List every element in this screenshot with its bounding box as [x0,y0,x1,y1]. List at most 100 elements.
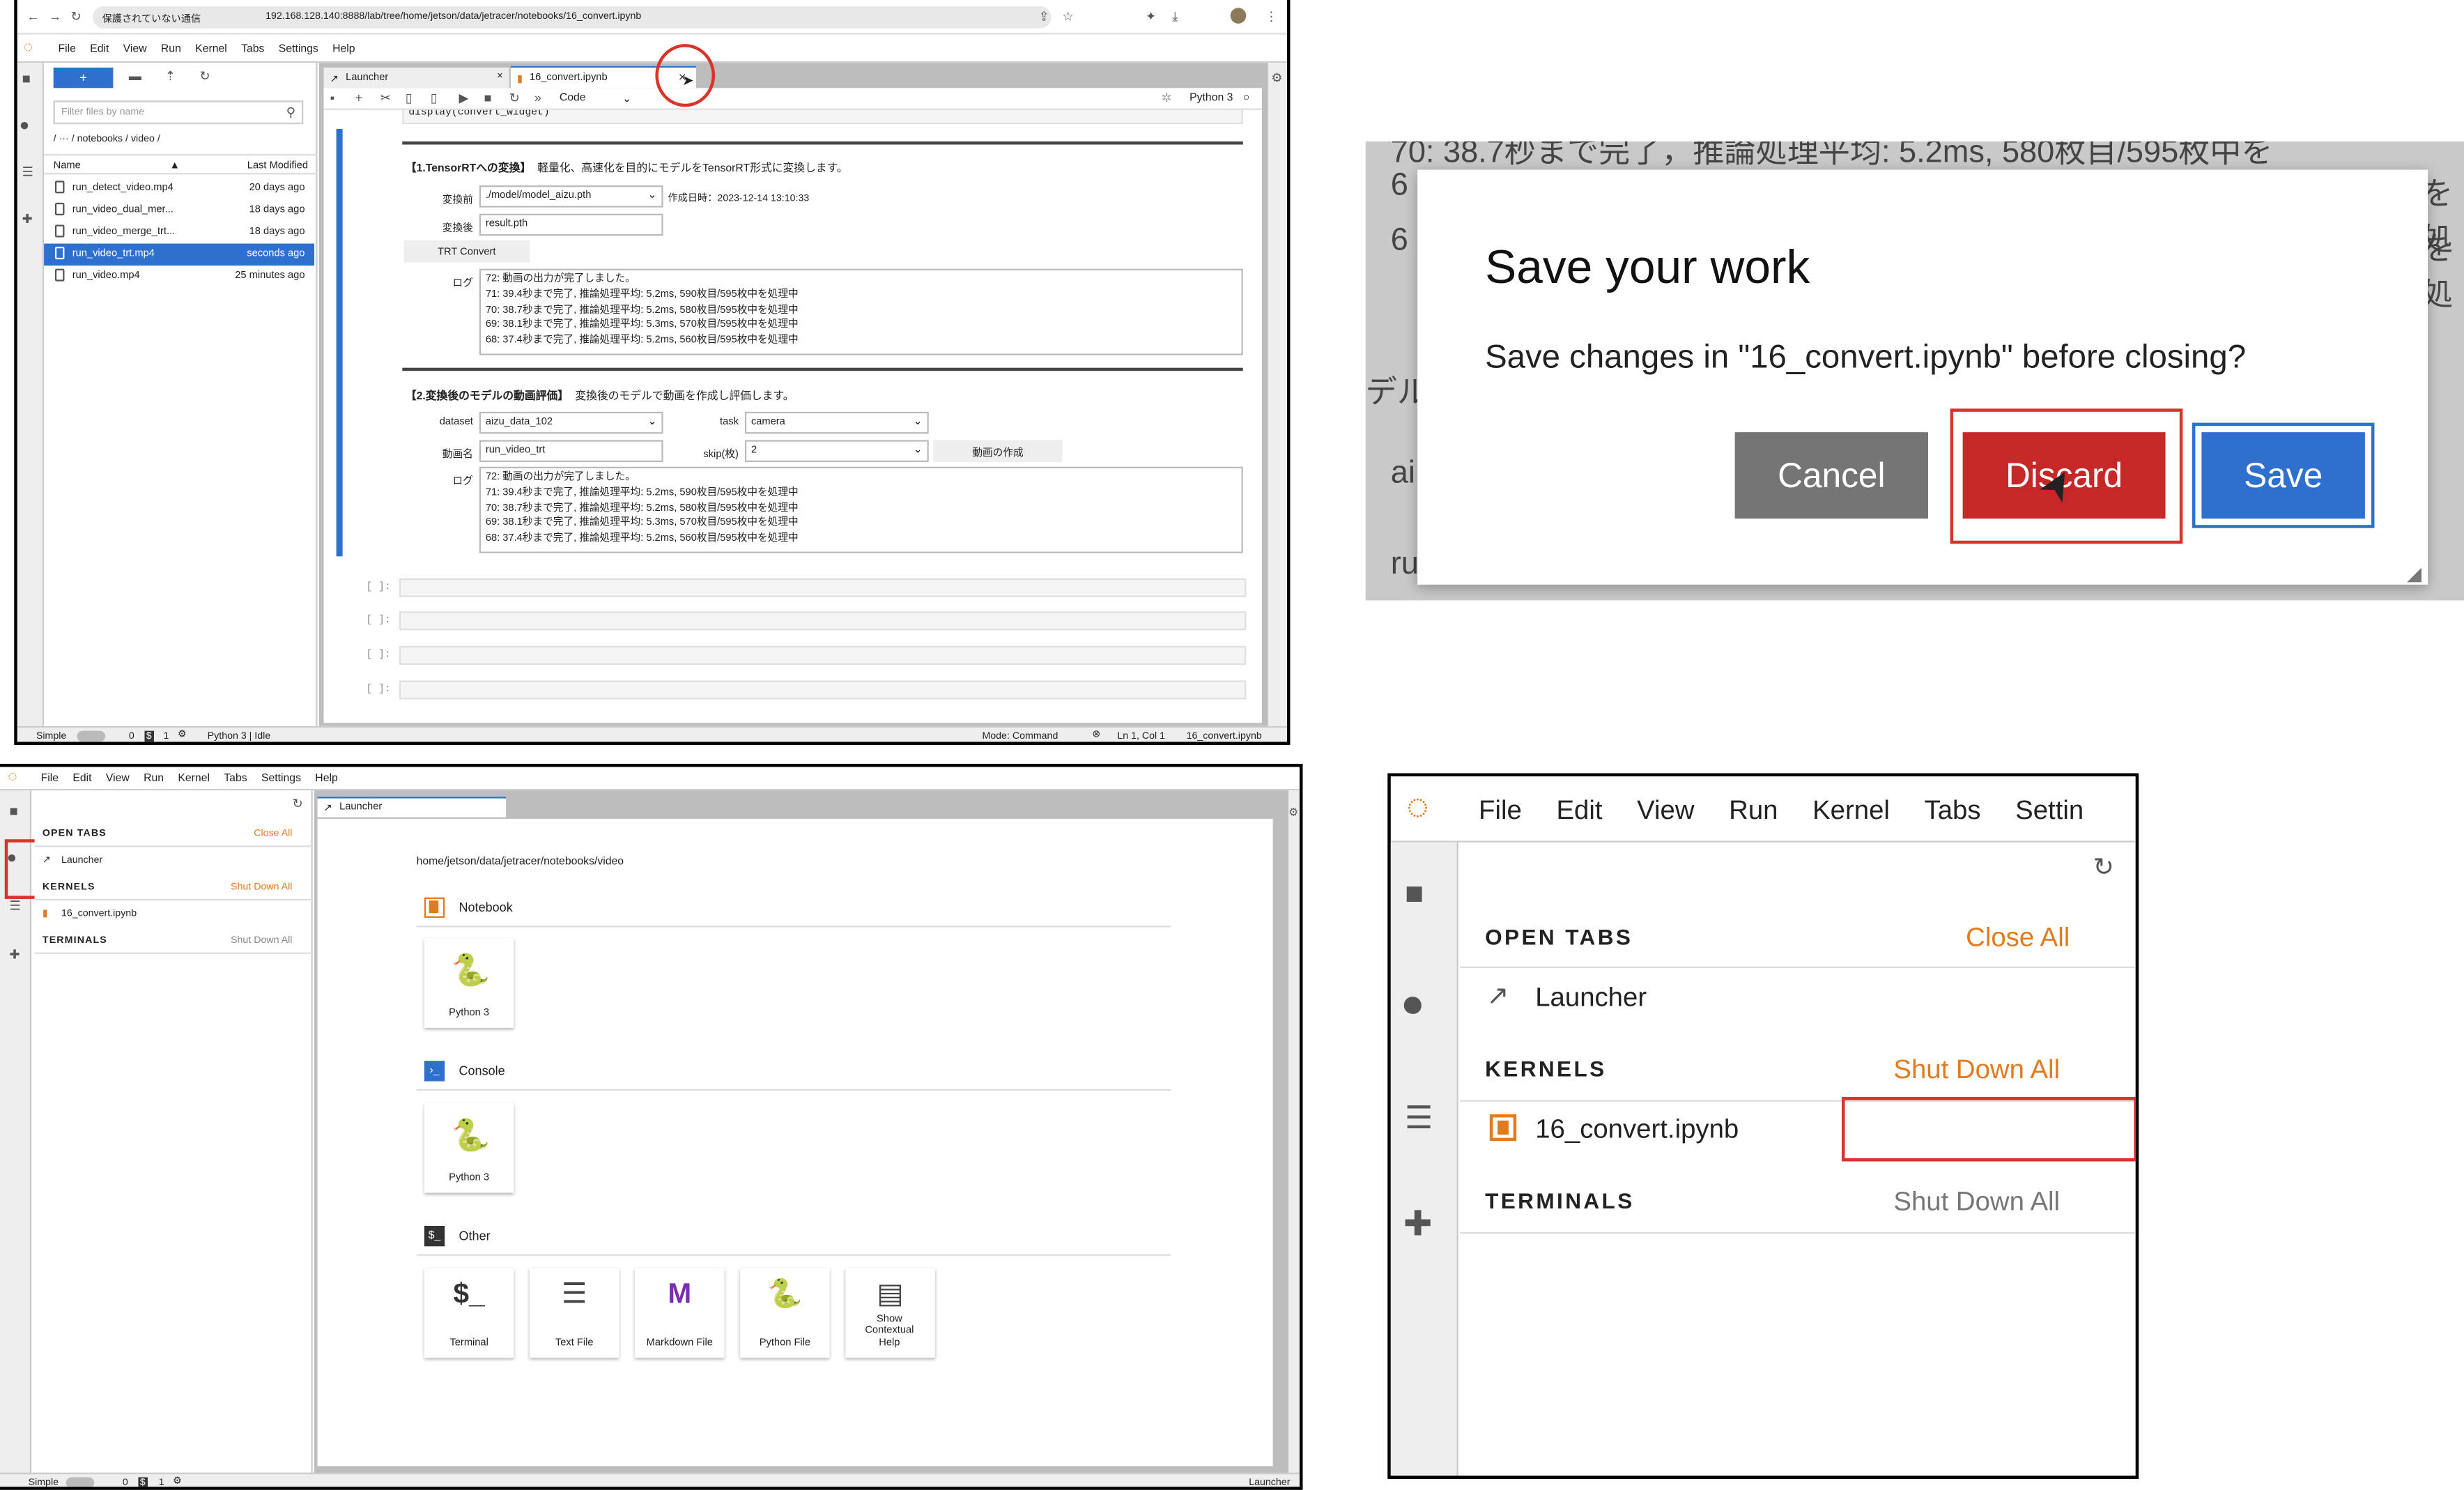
menu-kernel[interactable]: Kernel [195,44,227,55]
menu-view[interactable]: View [123,44,147,55]
menu-settings[interactable]: Settings [261,774,301,785]
shut-down-all-kernels-button[interactable]: Shut Down All [1893,1054,2060,1086]
dataset-select[interactable]: aizu_data_102 ⌄ [479,411,663,434]
video-name-input[interactable]: run_video_trt [479,440,663,462]
forward-icon[interactable]: → [49,10,61,24]
property-inspector-icon[interactable]: ⚙ [1288,808,1298,819]
shut-down-all-terminals-button[interactable]: Shut Down All [231,935,292,946]
share-icon[interactable]: ⇪ [1039,10,1049,24]
empty-code-cell[interactable] [399,611,1247,631]
shut-down-all-kernels-button[interactable]: Shut Down All [231,882,292,893]
running-icon[interactable]: ⏺ [20,118,28,135]
terminal-count[interactable]: 0 [123,1477,128,1487]
folder-icon[interactable]: ■ [22,72,31,86]
reload-icon[interactable]: ↻ [70,10,81,24]
code-cell[interactable]: display(convert_widget) [402,109,1243,125]
new-launcher-button[interactable]: + [53,67,114,89]
more-icon[interactable]: ⋮ [1265,10,1277,24]
python3-notebook-card[interactable]: 🐍 Python 3 [424,938,514,1028]
file-row[interactable]: run_video_trt.mp4 seconds ago [44,243,315,266]
log-textarea[interactable]: 72: 動画の出力が完了しました。 71: 39.4秒まで完了, 推論処理平均: … [479,268,1243,355]
resize-handle-icon[interactable]: ◢ [2407,562,2421,585]
kernel-count[interactable]: 1 [159,1477,164,1487]
menu-help[interactable]: Help [332,44,355,55]
toc-icon[interactable]: ☰ [1405,1098,1433,1137]
empty-code-cell[interactable] [399,578,1247,597]
menu-kernel[interactable]: Kernel [178,774,210,785]
menu-run[interactable]: Run [144,774,164,785]
refresh-icon[interactable]: ↻ [292,797,302,811]
open-tab-launcher[interactable]: Launcher [1535,982,1647,1013]
menu-view[interactable]: View [106,774,130,785]
address-bar[interactable]: 保護されていない通信 192.168.128.140:8888/lab/tree… [93,6,1052,29]
file-row[interactable]: run_video_merge_trt... 18 days ago [44,222,314,244]
avatar[interactable] [1230,8,1247,24]
skip-select[interactable]: 2 ⌄ [744,440,929,462]
download-icon[interactable]: ⤓ [1172,10,1178,24]
menu-tabs[interactable]: Tabs [1925,795,1981,825]
empty-code-cell[interactable] [399,645,1247,665]
save-icon[interactable]: ▪ [330,92,334,105]
run-icon[interactable]: ▶ [459,92,468,105]
kernel-status[interactable]: Python 3 | Idle [208,731,271,742]
fast-forward-icon[interactable]: » [534,92,541,105]
close-all-button[interactable]: Close All [1966,923,2070,954]
extension-icon[interactable]: ✦ [1146,10,1156,24]
toc-icon[interactable]: ☰ [22,166,33,179]
toc-icon[interactable]: ☰ [10,900,21,913]
running-icon[interactable]: ⏺ [1403,984,1422,1028]
file-row[interactable]: run_video.mp4 25 minutes ago [44,266,314,288]
kernel-count[interactable]: 1 [164,731,169,742]
simple-mode-toggle[interactable] [66,1477,95,1487]
menu-settin[interactable]: Settin [2015,795,2084,825]
menu-settings[interactable]: Settings [279,44,318,55]
paste-icon[interactable]: ▯ [431,92,438,105]
column-name[interactable]: Name [54,160,81,171]
model-select[interactable]: ./model/model_aizu.pth ⌄ [479,185,663,208]
log-textarea[interactable]: 72: 動画の出力が完了しました。 71: 39.4秒まで完了, 推論処理平均: … [479,466,1243,553]
shut-down-all-terminals-button[interactable]: Shut Down All [1893,1187,2060,1218]
menu-run[interactable]: Run [1729,795,1778,825]
add-cell-icon[interactable]: + [355,92,363,105]
restart-icon[interactable]: ↻ [509,92,520,105]
property-inspector-icon[interactable]: ⚙ [1271,72,1282,85]
cut-icon[interactable]: ✂ [380,92,391,105]
extension-icon[interactable]: ✚ [10,948,20,962]
kernel-name[interactable]: Python 3 [1189,93,1233,104]
menu-file[interactable]: File [58,44,75,55]
launcher-card-python-file[interactable]: 🐍 Python File [740,1268,830,1358]
cursor-position[interactable]: Ln 1, Col 1 [1117,731,1165,742]
save-button[interactable]: Save [2192,422,2375,528]
column-last-modified[interactable]: Last Modified [247,160,308,171]
breadcrumb[interactable]: / ··· / notebooks / video / [54,134,160,145]
task-select[interactable]: camera ⌄ [744,411,929,434]
close-icon[interactable]: × [497,70,503,82]
file-row[interactable]: run_detect_video.mp4 20 days ago [44,178,314,200]
refresh-icon[interactable]: ↻ [199,70,210,83]
kernel-item[interactable]: 16_convert.ipynb [1535,1114,1739,1146]
menu-kernel[interactable]: Kernel [1812,795,1890,825]
open-tab-launcher[interactable]: Launcher [61,855,102,866]
launcher-card-terminal[interactable]: $_ Terminal [424,1268,514,1358]
launcher-card-text-file[interactable]: ☰ Text File [529,1268,619,1358]
menu-edit[interactable]: Edit [1556,795,1602,825]
simple-mode-toggle[interactable] [77,730,106,742]
extension-icon[interactable]: ✚ [22,213,33,226]
kernel-item[interactable]: 16_convert.ipynb [61,908,137,919]
cell-type-select[interactable]: Code [560,93,586,104]
folder-icon[interactable]: ■ [10,804,18,819]
empty-code-cell[interactable] [399,680,1247,700]
refresh-icon[interactable]: ↻ [2093,852,2114,883]
launcher-card-show-contextual-help[interactable]: ▤ Show Contextual Help [845,1268,935,1358]
tab-launcher[interactable]: ↗ Launcher × [323,67,509,89]
menu-tabs[interactable]: Tabs [241,44,264,55]
stop-icon[interactable]: ■ [484,92,492,105]
trt-convert-button[interactable]: TRT Convert [403,240,530,263]
close-all-button[interactable]: Close All [254,828,292,839]
menu-view[interactable]: View [1637,795,1694,825]
upload-icon[interactable]: ⇡ [165,70,176,83]
menu-file[interactable]: File [41,774,59,785]
copy-icon[interactable]: ▯ [406,92,413,105]
menu-edit[interactable]: Edit [72,774,91,785]
tab-launcher[interactable]: ↗ Launcher [317,797,507,817]
